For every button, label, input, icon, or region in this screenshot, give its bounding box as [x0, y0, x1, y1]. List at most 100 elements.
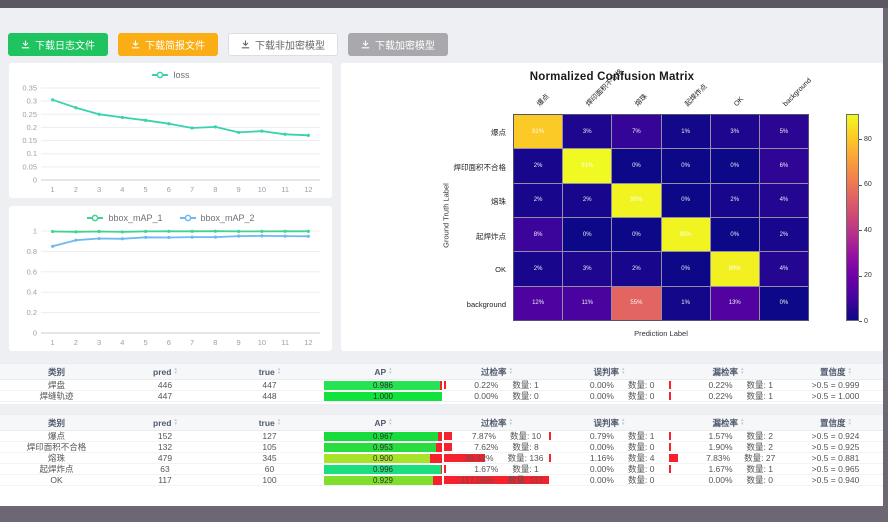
rate-bar: [669, 392, 671, 400]
loss-chart-card: loss 00.050.10.150.20.250.30.351234567891…: [8, 62, 333, 199]
rate-quantity: 数量: 1: [512, 380, 538, 390]
col-header-name: 类别: [0, 364, 113, 379]
sort-caret-icon: ▴▾: [741, 419, 744, 426]
svg-text:0: 0: [33, 329, 37, 338]
matrix-col-label: 起焊炸点: [684, 83, 709, 108]
col-header-mis[interactable]: 误判率▴▾: [549, 364, 669, 379]
svg-text:11: 11: [281, 338, 289, 347]
col-header-ap[interactable]: AP▴▾: [322, 415, 444, 430]
col-header-true[interactable]: true▴▾: [217, 415, 322, 430]
svg-text:8: 8: [213, 338, 217, 347]
cell-over-rate: 0.22%数量: 1: [444, 380, 549, 390]
cell-true: 100: [217, 475, 322, 485]
matrix-cell: 6%: [760, 149, 808, 182]
ap-bar: 0.929: [324, 476, 441, 485]
rate-value: 1.16%: [564, 453, 614, 463]
cell-over-rate: 0.00% 数量: 0: [444, 391, 549, 401]
legend-marker-icon: [151, 71, 169, 79]
col-header-conf[interactable]: 置信度▴▾: [787, 364, 884, 379]
class-metrics-table: 类别pred▴▾true▴▾AP▴▾过检率▴▾误判率▴▾漏检率▴▾置信度▴▾爆点…: [0, 414, 884, 486]
table-row: 爆点1521270.9677.87%数量: 100.79%数量: 11.57%数…: [0, 431, 884, 442]
sort-caret-icon: ▴▾: [174, 368, 177, 375]
ap-bar: 0.953: [324, 443, 441, 452]
cell-pred: 132: [113, 442, 217, 452]
matrix-col-label: 熔珠: [634, 93, 649, 108]
sort-caret-icon: ▴▾: [510, 419, 513, 426]
col-header-ap[interactable]: AP▴▾: [322, 364, 444, 379]
matrix-row-label: background: [341, 300, 506, 309]
matrix-cell: 4%: [760, 252, 808, 285]
matrix-cell: 1%: [662, 287, 710, 320]
rate-value: 1.67%: [454, 464, 498, 474]
matrix-col-label: OK: [733, 96, 745, 108]
matrix-cell: 0%: [662, 184, 710, 217]
table-row: 焊印面积不合格1321050.9537.62%数量: 80.00%数量: 01.…: [0, 442, 884, 453]
table-row: 起焊炸点63600.9961.67%数量: 10.00%数量: 01.67%数量…: [0, 464, 884, 475]
button-label: 下载简报文件: [145, 37, 205, 52]
legend-item-loss[interactable]: loss: [151, 70, 189, 80]
rate-value: 0.79%: [564, 431, 614, 441]
rate-value: 117.00%: [450, 475, 494, 485]
rate-value: 1.90%: [683, 442, 733, 452]
rate-quantity: 数量: 0: [628, 391, 654, 401]
col-header-pred[interactable]: pred▴▾: [113, 415, 217, 430]
matrix-cell: 90%: [612, 184, 660, 217]
table-row: 熔珠4793450.90039.42%数量: 1361.16%数量: 47.83…: [0, 453, 884, 464]
colorbar-tick-label: 0: [864, 318, 868, 325]
sort-caret-icon: ▴▾: [741, 368, 744, 375]
download-encrypted-model-button[interactable]: 下载加密模型: [348, 33, 448, 56]
matrix-cell: 3%: [563, 115, 611, 148]
matrix-cell: 3%: [711, 115, 759, 148]
cell-class-name: 熔珠: [0, 453, 113, 463]
col-header-label: 漏检率: [712, 417, 738, 429]
rate-quantity: 数量: 0: [512, 391, 538, 401]
matrix-colorbar: [846, 114, 859, 321]
matrix-cell: 55%: [612, 287, 660, 320]
legend-item-bbox_mAP_1[interactable]: bbox_mAP_1: [86, 213, 162, 223]
sort-caret-icon: ▴▾: [849, 419, 852, 426]
table-row: 焊盘4464470.9860.22%数量: 10.00%数量: 00.22%数量…: [0, 380, 884, 391]
matrix-row-label: 爆点: [341, 127, 506, 138]
cell-over-rate: 1.67%数量: 1: [444, 464, 549, 474]
tables-gap: [0, 404, 884, 414]
legend-item-bbox_mAP_2[interactable]: bbox_mAP_2: [179, 213, 255, 223]
download-plain-model-button[interactable]: 下载非加密模型: [228, 33, 338, 56]
rate-value: 7.83%: [681, 453, 731, 463]
col-header-over[interactable]: 过检率▴▾: [444, 415, 549, 430]
svg-text:0.3: 0.3: [27, 97, 37, 106]
col-header-pred[interactable]: pred▴▾: [113, 364, 217, 379]
col-header-label: 误判率: [593, 417, 619, 429]
download-report-button[interactable]: 下载简报文件: [118, 33, 218, 56]
svg-text:2: 2: [74, 185, 78, 194]
table-header-row: 类别pred▴▾true▴▾AP▴▾过检率▴▾误判率▴▾漏检率▴▾置信度▴▾: [0, 363, 884, 380]
svg-text:6: 6: [167, 185, 171, 194]
matrix-cell: 90%: [662, 218, 710, 251]
rate-quantity: 数量: 0: [747, 475, 773, 485]
col-header-true[interactable]: true▴▾: [217, 364, 322, 379]
col-header-label: true: [259, 418, 275, 428]
rate-quantity: 数量: 27: [744, 453, 775, 463]
colorbar-tick-label: 20: [864, 272, 872, 279]
col-header-mis[interactable]: 误判率▴▾: [549, 415, 669, 430]
rate-value: 0.00%: [564, 475, 614, 485]
cell-misjudge-rate: 0.00%数量: 0: [549, 391, 669, 401]
rate-value: 7.87%: [452, 431, 496, 441]
rate-value: 0.00%: [454, 391, 498, 401]
loss-chart: 00.050.10.150.20.250.30.3512345678910111…: [9, 83, 332, 196]
col-header-miss[interactable]: 漏检率▴▾: [669, 364, 787, 379]
colorbar-tick: [859, 185, 862, 186]
cell-miss-rate: 0.22%数量: 1: [669, 391, 787, 401]
col-header-label: pred: [153, 418, 171, 428]
download-log-button[interactable]: 下载日志文件: [8, 33, 108, 56]
cell-ap: 0.953: [322, 442, 444, 452]
matrix-cell: 0%: [612, 218, 660, 251]
matrix-cell: 2%: [612, 252, 660, 285]
download-icon: [21, 40, 30, 49]
col-header-conf[interactable]: 置信度▴▾: [787, 415, 884, 430]
col-header-over[interactable]: 过检率▴▾: [444, 364, 549, 379]
cell-class-name: 焊印面积不合格: [0, 442, 113, 452]
col-header-miss[interactable]: 漏检率▴▾: [669, 415, 787, 430]
col-header-label: AP: [374, 418, 386, 428]
rate-bar: [444, 443, 452, 451]
col-header-label: 漏检率: [712, 366, 738, 378]
